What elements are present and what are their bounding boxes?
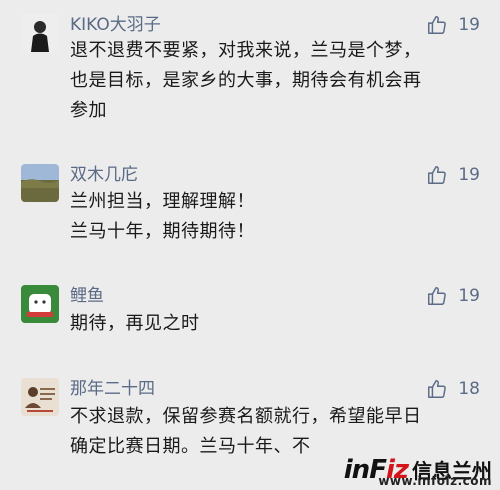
avatar[interactable] [21,14,59,52]
thumbs-up-icon [426,378,448,400]
like-button[interactable]: 18 [426,378,480,400]
thumbs-up-icon [426,285,448,307]
comment-text: 期待，再见之时 [70,313,200,334]
comment-username[interactable]: 双木几庀 [70,164,138,186]
avatar[interactable] [21,285,59,323]
like-count: 18 [458,379,480,399]
watermark-logo: inFiz 信息兰州 www.infolz.com [344,456,492,488]
like-count: 19 [458,15,480,35]
like-button[interactable]: 19 [426,285,480,307]
avatar[interactable] [21,378,59,416]
comment-text: 退不退费不要紧，对我来说，兰马是个梦， 也是目标，是家乡的大事，期待会有机会再 … [70,40,422,121]
avatar[interactable] [21,164,59,202]
comment-username[interactable]: 鲤鱼 [70,285,104,307]
thumbs-up-icon [426,14,448,36]
comment-text: 不求退款，保留参赛名额就行，希望能早日 确定比赛日期。兰马十年、不 [70,406,422,457]
like-button[interactable]: 19 [426,14,480,36]
like-count: 19 [458,165,480,185]
comment-text: 兰州担当，理解理解！ 兰马十年，期待期待！ [70,191,255,242]
comment-username[interactable]: KIKO大羽子 [70,14,161,36]
like-count: 19 [458,286,480,306]
thumbs-up-icon [426,164,448,186]
comment-username[interactable]: 那年二十四 [70,378,155,400]
like-button[interactable]: 19 [426,164,480,186]
watermark-url: www.infolz.com [378,474,492,488]
